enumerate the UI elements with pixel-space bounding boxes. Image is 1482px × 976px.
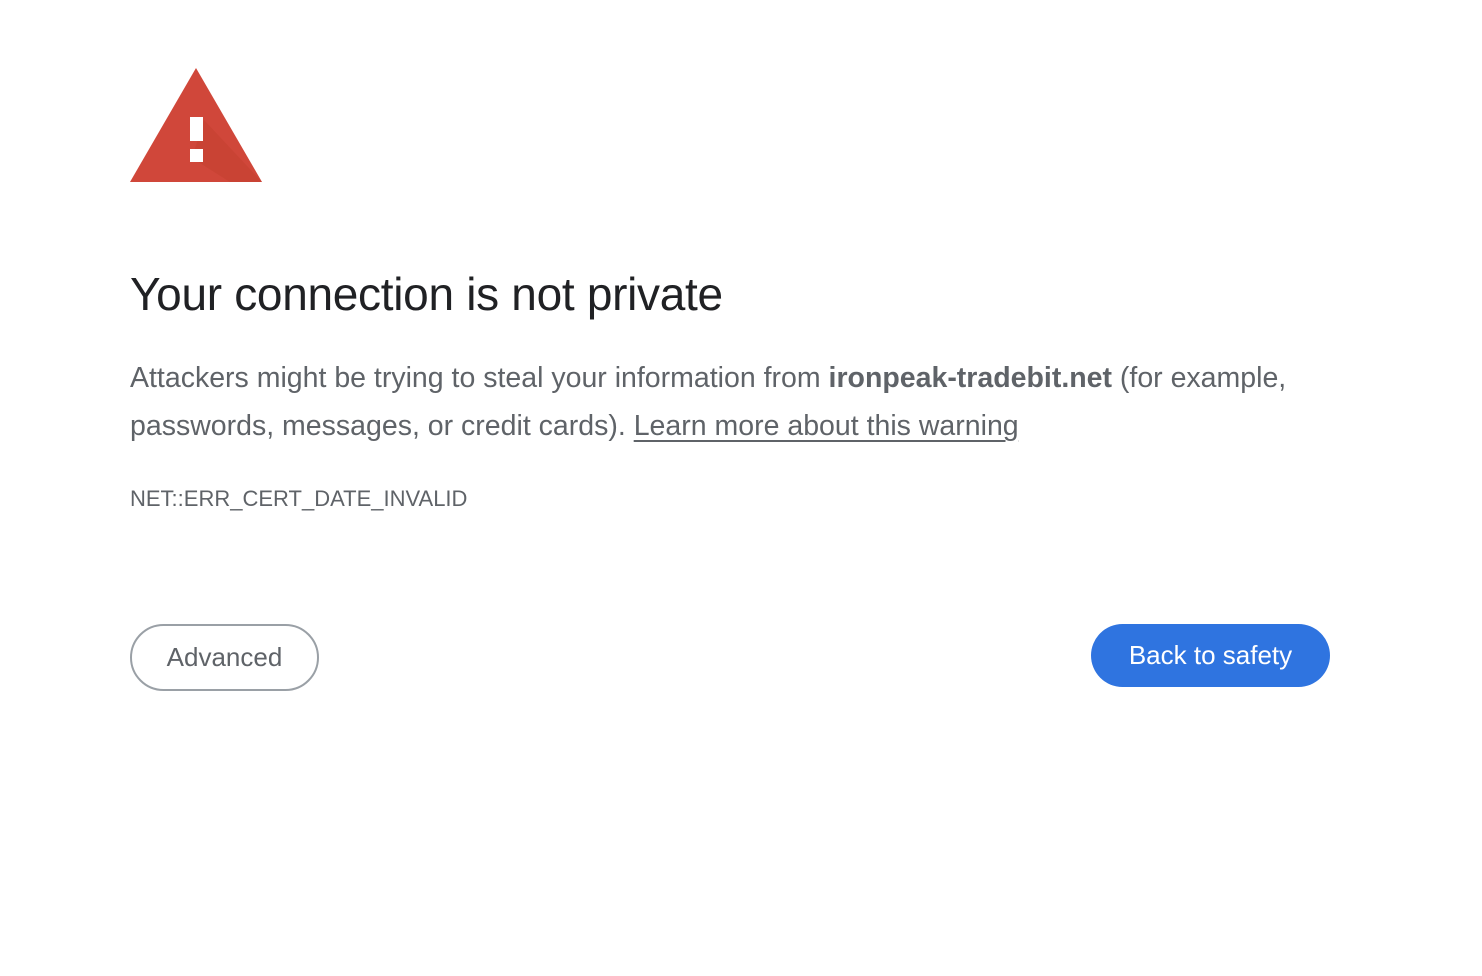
advanced-button[interactable]: Advanced (130, 624, 319, 691)
warning-explanation: Attackers might be trying to steal your … (130, 354, 1330, 450)
error-code: NET::ERR_CERT_DATE_INVALID (130, 486, 468, 511)
page-title: Your connection is not private (130, 268, 723, 320)
back-to-safety-button[interactable]: Back to safety (1091, 624, 1330, 687)
warning-triangle-icon (130, 68, 262, 182)
explanation-text-prefix: Attackers might be trying to steal your … (130, 362, 829, 394)
site-domain: ironpeak-tradebit.net (828, 362, 1112, 394)
learn-more-link[interactable]: Learn more about this warning (634, 410, 1019, 442)
interstitial-page: Your connection is not private Attackers… (0, 0, 1482, 976)
